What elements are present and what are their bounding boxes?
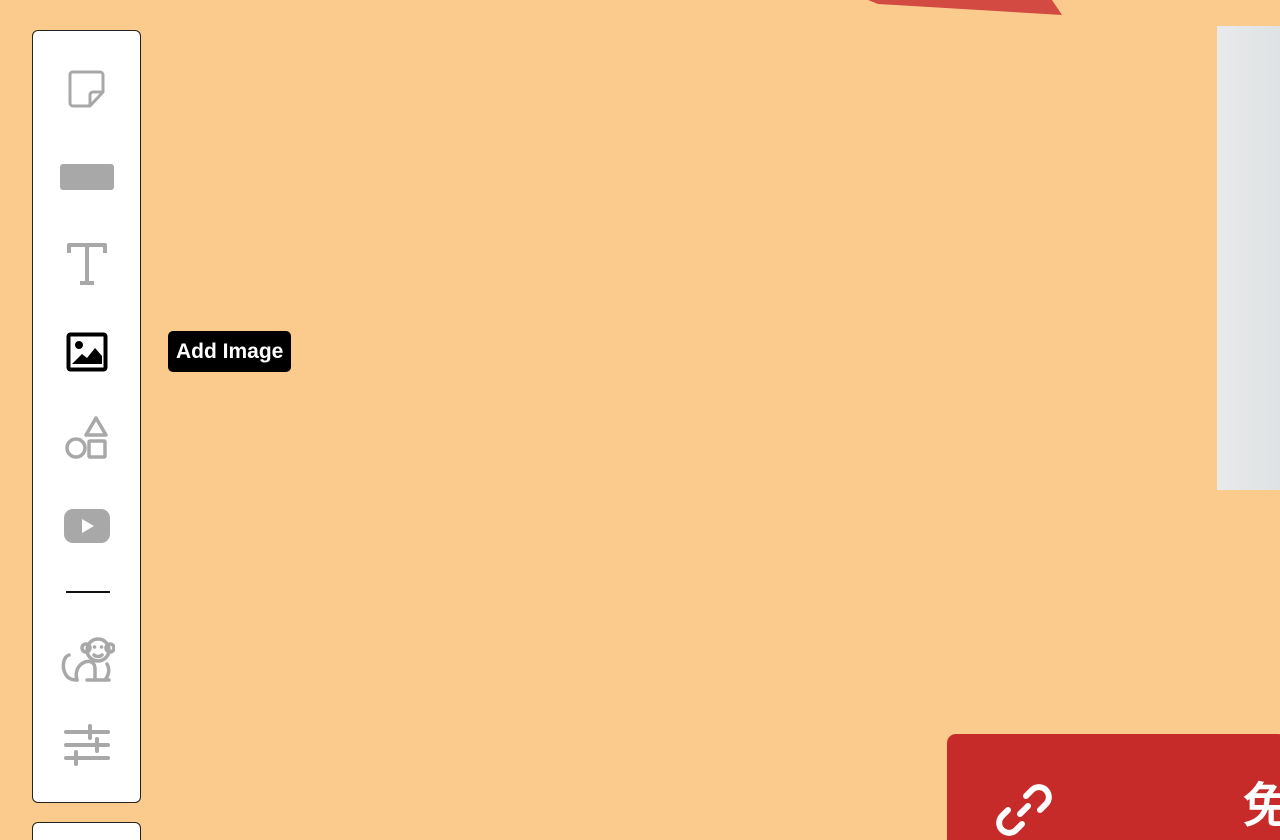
tool-image[interactable]	[33, 316, 140, 388]
rectangle-icon	[59, 164, 114, 190]
sticky-note-icon	[68, 70, 104, 108]
tool-text[interactable]	[33, 228, 140, 300]
tool-rectangle[interactable]	[33, 141, 140, 213]
left-toolbar	[32, 30, 141, 803]
tool-shapes[interactable]	[33, 403, 140, 475]
gray-panel[interactable]	[1217, 26, 1280, 490]
video-play-icon	[63, 509, 110, 543]
red-link-card[interactable]: 免	[947, 734, 1280, 840]
red-ribbon-shape[interactable]	[868, 0, 1064, 16]
tool-settings[interactable]	[33, 709, 140, 781]
tool-monkey[interactable]	[33, 623, 140, 695]
monkey-icon	[61, 637, 115, 682]
sliders-icon	[63, 724, 110, 766]
tool-sticky-note[interactable]	[33, 53, 140, 125]
image-icon	[66, 332, 107, 372]
tooltip-add-image: Add Image	[168, 331, 292, 372]
board-canvas[interactable]: Add Image 免	[0, 0, 1280, 840]
tool-video[interactable]	[33, 490, 140, 562]
shapes-icon	[64, 416, 108, 459]
text-icon	[66, 243, 107, 285]
toolbar-divider	[66, 591, 110, 593]
link-icon	[996, 784, 1052, 836]
card-text: 免	[1243, 778, 1280, 834]
secondary-toolbar[interactable]	[32, 822, 141, 840]
